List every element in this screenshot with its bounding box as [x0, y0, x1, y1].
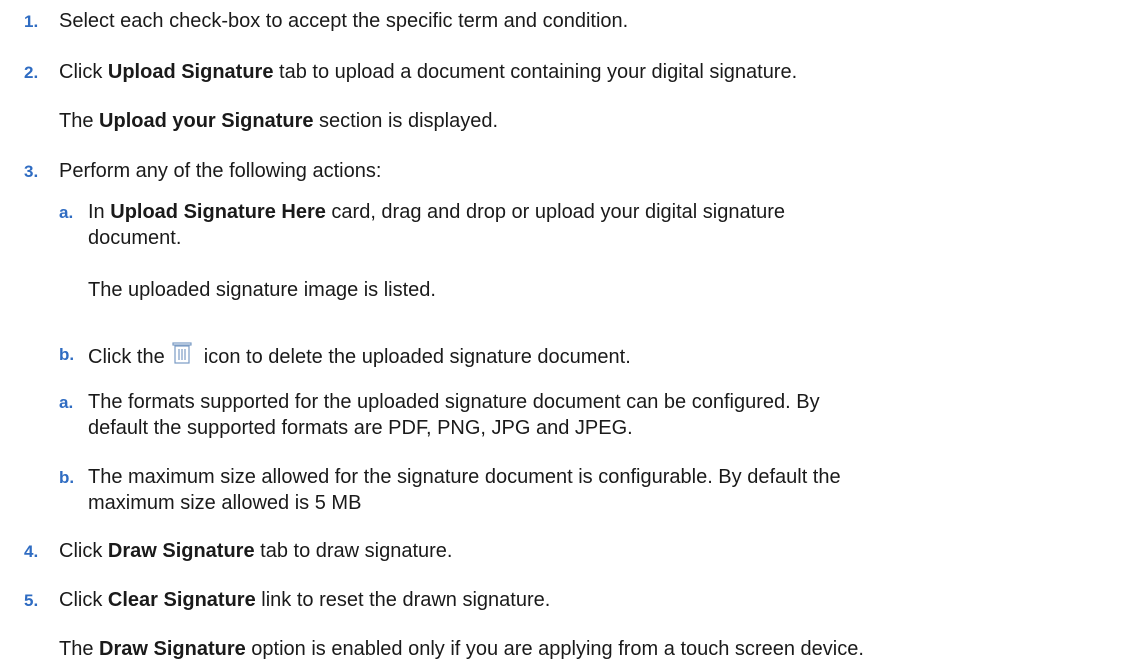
- note-text-line2: default the supported formats are PDF, P…: [88, 417, 633, 439]
- step-number: 4.: [24, 542, 39, 561]
- substep-letter: a.: [59, 203, 74, 222]
- note-text: The Upload your Signature section is dis…: [59, 108, 498, 134]
- instructions-document: 1. Select each check-box to accept the s…: [0, 0, 1145, 671]
- ui-term: Draw Signature: [99, 638, 246, 660]
- text-fragment: Click the: [88, 346, 171, 368]
- note-text-line1: The maximum size allowed for the signatu…: [88, 466, 841, 488]
- text-fragment: link to reset the drawn signature.: [255, 589, 551, 611]
- substep-letter: b.: [59, 468, 75, 487]
- text-fragment: The: [59, 110, 100, 132]
- ui-term: Upload Signature Here: [110, 201, 326, 223]
- step-number: 2.: [24, 63, 39, 82]
- text-fragment: option is enabled only if you are applyi…: [245, 638, 864, 660]
- step-number: 3.: [24, 162, 39, 181]
- step-number: 5.: [24, 591, 39, 610]
- note-text: The uploaded signature image is listed.: [88, 279, 436, 301]
- substep-letter: a.: [59, 393, 74, 412]
- text-fragment: card, drag and drop or upload your digit…: [325, 201, 786, 223]
- text-fragment: Click: [59, 589, 108, 611]
- substep-text: In Upload Signature Here card, drag and …: [88, 199, 785, 225]
- ui-term: Upload Signature: [107, 61, 274, 83]
- text-fragment: section is displayed.: [313, 110, 499, 132]
- trash-icon: [172, 341, 192, 365]
- note-text-line2: maximum size allowed is 5 MB: [88, 492, 362, 514]
- text-fragment: The: [59, 638, 100, 660]
- text-fragment: In: [88, 201, 111, 223]
- ui-term: Draw Signature: [107, 540, 255, 562]
- ui-term: Clear Signature: [107, 589, 256, 611]
- text-fragment: Click: [59, 540, 108, 562]
- text-fragment: tab to upload a document containing your…: [273, 61, 798, 83]
- step-text: Click Upload Signature tab to upload a d…: [59, 59, 797, 85]
- text-fragment: Click: [59, 61, 108, 83]
- step-text: Perform any of the following actions:: [59, 160, 382, 182]
- substep-text: Click the icon to delete the uploaded si…: [88, 341, 631, 370]
- step-text: Select each check-box to accept the spec…: [59, 10, 629, 32]
- note-text-line1: The formats supported for the uploaded s…: [88, 391, 820, 413]
- substep-text-line2: document.: [88, 227, 182, 249]
- step-text: Click Clear Signature link to reset the …: [59, 587, 550, 613]
- note-text: The Draw Signature option is enabled onl…: [59, 636, 864, 662]
- step-number: 1.: [24, 12, 39, 31]
- ui-term: Upload your Signature: [99, 110, 314, 132]
- text-fragment: tab to draw signature.: [254, 540, 453, 562]
- substep-letter: b.: [59, 345, 75, 364]
- step-text: Click Draw Signature tab to draw signatu…: [59, 538, 452, 564]
- text-fragment: icon to delete the uploaded signature do…: [198, 346, 631, 368]
